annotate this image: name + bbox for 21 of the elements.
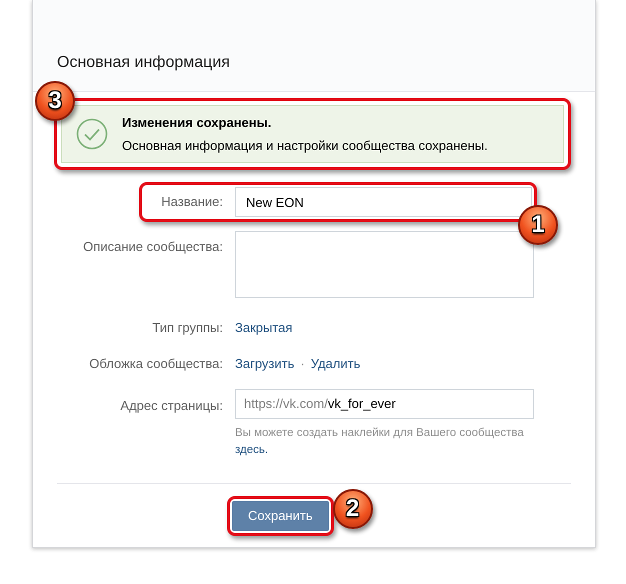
field-label: Название: [160, 193, 223, 212]
hint-text: Вы можете создать наклейки для Вашего сообщества здесь. [235, 426, 525, 458]
check-icon [76, 118, 108, 150]
number-badge: 2 [332, 489, 373, 529]
section-title: Основная информация [57, 53, 230, 73]
save-button[interactable]: Сохранить [232, 501, 329, 531]
description-field[interactable] [235, 231, 534, 298]
cover-link[interactable]: Загрузить [235, 354, 294, 373]
notice-title: Изменения сохранены. [122, 114, 272, 132]
group-type-value: Закрытая [235, 319, 292, 337]
field-label: Адрес страницы: [119, 397, 223, 415]
cover-link[interactable]: Удалить [310, 354, 360, 373]
field-label: Описание сообщества: [82, 238, 223, 256]
here-link[interactable]: здесь. [235, 444, 268, 456]
separator-dot: · [300, 354, 305, 372]
address-field[interactable]: https://vk.com/vk_for_ever [235, 389, 534, 419]
notice-text: Основная информация и настройки сообщества сохранены. [122, 137, 488, 155]
field-label: Обложка сообщества: [88, 354, 223, 373]
field-label: Тип группы: [151, 319, 223, 337]
name-field[interactable]: New EON [235, 187, 532, 217]
number-badge: 1 [518, 205, 558, 245]
